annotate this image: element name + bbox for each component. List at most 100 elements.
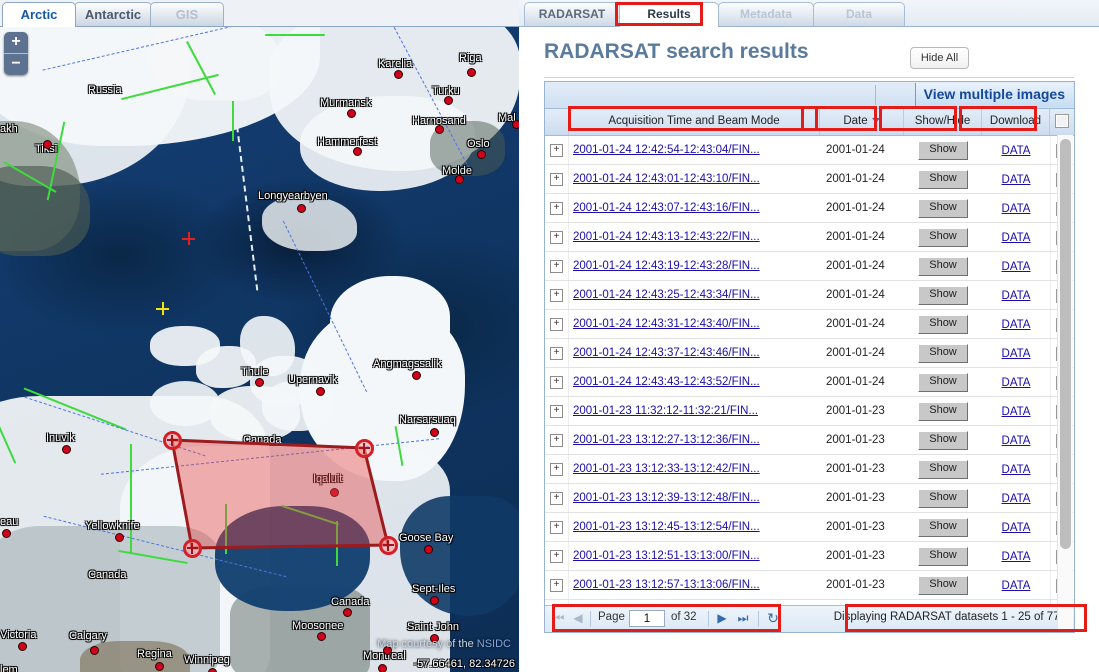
map-city-marker[interactable] bbox=[155, 662, 164, 671]
map-city-marker[interactable] bbox=[430, 428, 439, 437]
tab-radarsat[interactable]: RADARSAT bbox=[524, 2, 620, 27]
data-download-link[interactable]: DATA bbox=[1002, 261, 1031, 273]
map-city-marker[interactable] bbox=[435, 125, 444, 134]
data-download-link[interactable]: DATA bbox=[1002, 145, 1031, 157]
data-download-link[interactable]: DATA bbox=[1002, 348, 1031, 360]
column-header-date[interactable]: Date bbox=[820, 109, 904, 135]
map-city-marker[interactable] bbox=[255, 378, 264, 387]
zoom-in-button[interactable]: + bbox=[4, 32, 28, 54]
map-city-marker[interactable] bbox=[394, 70, 403, 79]
show-button[interactable]: Show bbox=[918, 228, 968, 248]
map-city-marker[interactable] bbox=[444, 96, 453, 105]
acquisition-link[interactable]: 2001-01-24 12:43:13-12:43:22/FIN... bbox=[573, 231, 760, 243]
grid-scrollbar[interactable] bbox=[1057, 135, 1073, 631]
data-download-link[interactable]: DATA bbox=[1002, 232, 1031, 244]
expand-row-icon[interactable]: + bbox=[550, 318, 563, 332]
expand-row-icon[interactable]: + bbox=[550, 405, 563, 419]
refresh-button[interactable]: ↻ bbox=[764, 610, 782, 628]
data-download-link[interactable]: DATA bbox=[1002, 290, 1031, 302]
map-city-marker[interactable] bbox=[353, 147, 362, 156]
acquisition-link[interactable]: 2001-01-23 13:12:27-13:12:36/FIN... bbox=[573, 434, 760, 446]
show-button[interactable]: Show bbox=[918, 344, 968, 364]
acquisition-link[interactable]: 2001-01-24 12:43:01-12:43:10/FIN... bbox=[573, 173, 760, 185]
show-button[interactable]: Show bbox=[918, 315, 968, 335]
acquisition-link[interactable]: 2001-01-23 13:12:51-13:13:00/FIN... bbox=[573, 550, 760, 562]
acquisition-link[interactable]: 2001-01-24 12:43:37-12:43:46/FIN... bbox=[573, 347, 760, 359]
data-download-link[interactable]: DATA bbox=[1002, 493, 1031, 505]
map-city-marker[interactable] bbox=[317, 632, 326, 641]
acquisition-link[interactable]: 2001-01-24 12:43:31-12:43:40/FIN... bbox=[573, 318, 760, 330]
map-city-marker[interactable] bbox=[343, 608, 352, 617]
show-button[interactable]: Show bbox=[918, 547, 968, 567]
map-attribution-source-link[interactable]: NSIDC bbox=[477, 638, 511, 650]
expand-row-icon[interactable]: + bbox=[550, 231, 563, 245]
show-button[interactable]: Show bbox=[918, 170, 968, 190]
show-button[interactable]: Show bbox=[918, 431, 968, 451]
show-button[interactable]: Show bbox=[918, 460, 968, 480]
data-download-link[interactable]: DATA bbox=[1002, 203, 1031, 215]
expand-row-icon[interactable]: + bbox=[550, 492, 563, 506]
map-city-marker[interactable] bbox=[378, 664, 387, 672]
map-city-marker[interactable] bbox=[316, 387, 325, 396]
map-city-marker[interactable] bbox=[412, 371, 421, 380]
show-button[interactable]: Show bbox=[918, 402, 968, 422]
expand-row-icon[interactable]: + bbox=[550, 289, 563, 303]
expand-row-icon[interactable]: + bbox=[550, 550, 563, 564]
expand-row-icon[interactable]: + bbox=[550, 434, 563, 448]
data-download-link[interactable]: DATA bbox=[1002, 522, 1031, 534]
map-city-marker[interactable] bbox=[297, 204, 306, 213]
aoi-handle-se[interactable] bbox=[378, 535, 398, 555]
zoom-out-button[interactable]: − bbox=[4, 54, 28, 75]
select-all-checkbox[interactable] bbox=[1055, 113, 1069, 128]
data-download-link[interactable]: DATA bbox=[1002, 174, 1031, 186]
map-city-marker[interactable] bbox=[455, 175, 464, 184]
acquisition-link[interactable]: 2001-01-24 12:43:25-12:43:34/FIN... bbox=[573, 289, 760, 301]
acquisition-link[interactable]: 2001-01-23 13:12:45-13:12:54/FIN... bbox=[573, 521, 760, 533]
column-header-select-all[interactable] bbox=[1050, 109, 1074, 135]
show-button[interactable]: Show bbox=[918, 576, 968, 596]
data-download-link[interactable]: DATA bbox=[1002, 580, 1031, 592]
map-city-marker[interactable] bbox=[115, 533, 124, 542]
data-download-link[interactable]: DATA bbox=[1002, 319, 1031, 331]
show-button[interactable]: Show bbox=[918, 141, 968, 161]
hide-all-button[interactable]: Hide All bbox=[910, 47, 969, 69]
data-download-link[interactable]: DATA bbox=[1002, 406, 1031, 418]
acquisition-link[interactable]: 2001-01-23 13:12:39-13:12:48/FIN... bbox=[573, 492, 760, 504]
column-header-acquisition[interactable]: Acquisition Time and Beam Mode bbox=[569, 109, 820, 135]
data-download-link[interactable]: DATA bbox=[1002, 464, 1031, 476]
show-button[interactable]: Show bbox=[918, 199, 968, 219]
tab-arctic[interactable]: Arctic bbox=[2, 2, 76, 27]
map-city-marker[interactable] bbox=[43, 140, 52, 149]
map-city-marker[interactable] bbox=[208, 668, 217, 672]
expand-row-icon[interactable]: + bbox=[550, 521, 563, 535]
map-city-marker[interactable] bbox=[512, 120, 519, 129]
expand-row-icon[interactable]: + bbox=[550, 579, 563, 593]
show-button[interactable]: Show bbox=[918, 257, 968, 277]
acquisition-link[interactable]: 2001-01-24 12:42:54-12:43:04/FIN... bbox=[573, 144, 760, 156]
data-download-link[interactable]: DATA bbox=[1002, 551, 1031, 563]
show-button[interactable]: Show bbox=[918, 286, 968, 306]
expand-row-icon[interactable]: + bbox=[550, 260, 563, 274]
view-multiple-images-button[interactable]: View multiple images bbox=[914, 83, 1073, 107]
map-city-marker[interactable] bbox=[90, 646, 99, 655]
expand-row-icon[interactable]: + bbox=[550, 144, 563, 158]
map-city-marker[interactable] bbox=[18, 642, 27, 651]
data-download-link[interactable]: DATA bbox=[1002, 435, 1031, 447]
aoi-handle-sw[interactable] bbox=[182, 538, 202, 558]
expand-row-icon[interactable]: + bbox=[550, 202, 563, 216]
show-button[interactable]: Show bbox=[918, 518, 968, 538]
acquisition-link[interactable]: 2001-01-23 11:32:12-11:32:21/FIN... bbox=[573, 405, 758, 417]
last-page-button[interactable]: ⏭ bbox=[735, 610, 751, 628]
column-header-show-hide[interactable]: Show/Hide bbox=[904, 109, 982, 135]
next-page-button[interactable]: ▶ bbox=[715, 610, 729, 628]
page-number-input[interactable]: 1 bbox=[629, 610, 665, 627]
acquisition-link[interactable]: 2001-01-23 13:12:33-13:12:42/FIN... bbox=[573, 463, 760, 475]
acquisition-link[interactable]: 2001-01-23 13:12:57-13:13:06/FIN... bbox=[573, 579, 760, 591]
data-download-link[interactable]: DATA bbox=[1002, 377, 1031, 389]
map-city-marker[interactable] bbox=[424, 545, 433, 554]
acquisition-link[interactable]: 2001-01-24 12:43:07-12:43:16/FIN... bbox=[573, 202, 760, 214]
expand-row-icon[interactable]: + bbox=[550, 173, 563, 187]
aoi-handle-nw[interactable] bbox=[162, 430, 182, 450]
map-city-marker[interactable] bbox=[62, 445, 71, 454]
map-city-marker[interactable] bbox=[2, 529, 11, 538]
